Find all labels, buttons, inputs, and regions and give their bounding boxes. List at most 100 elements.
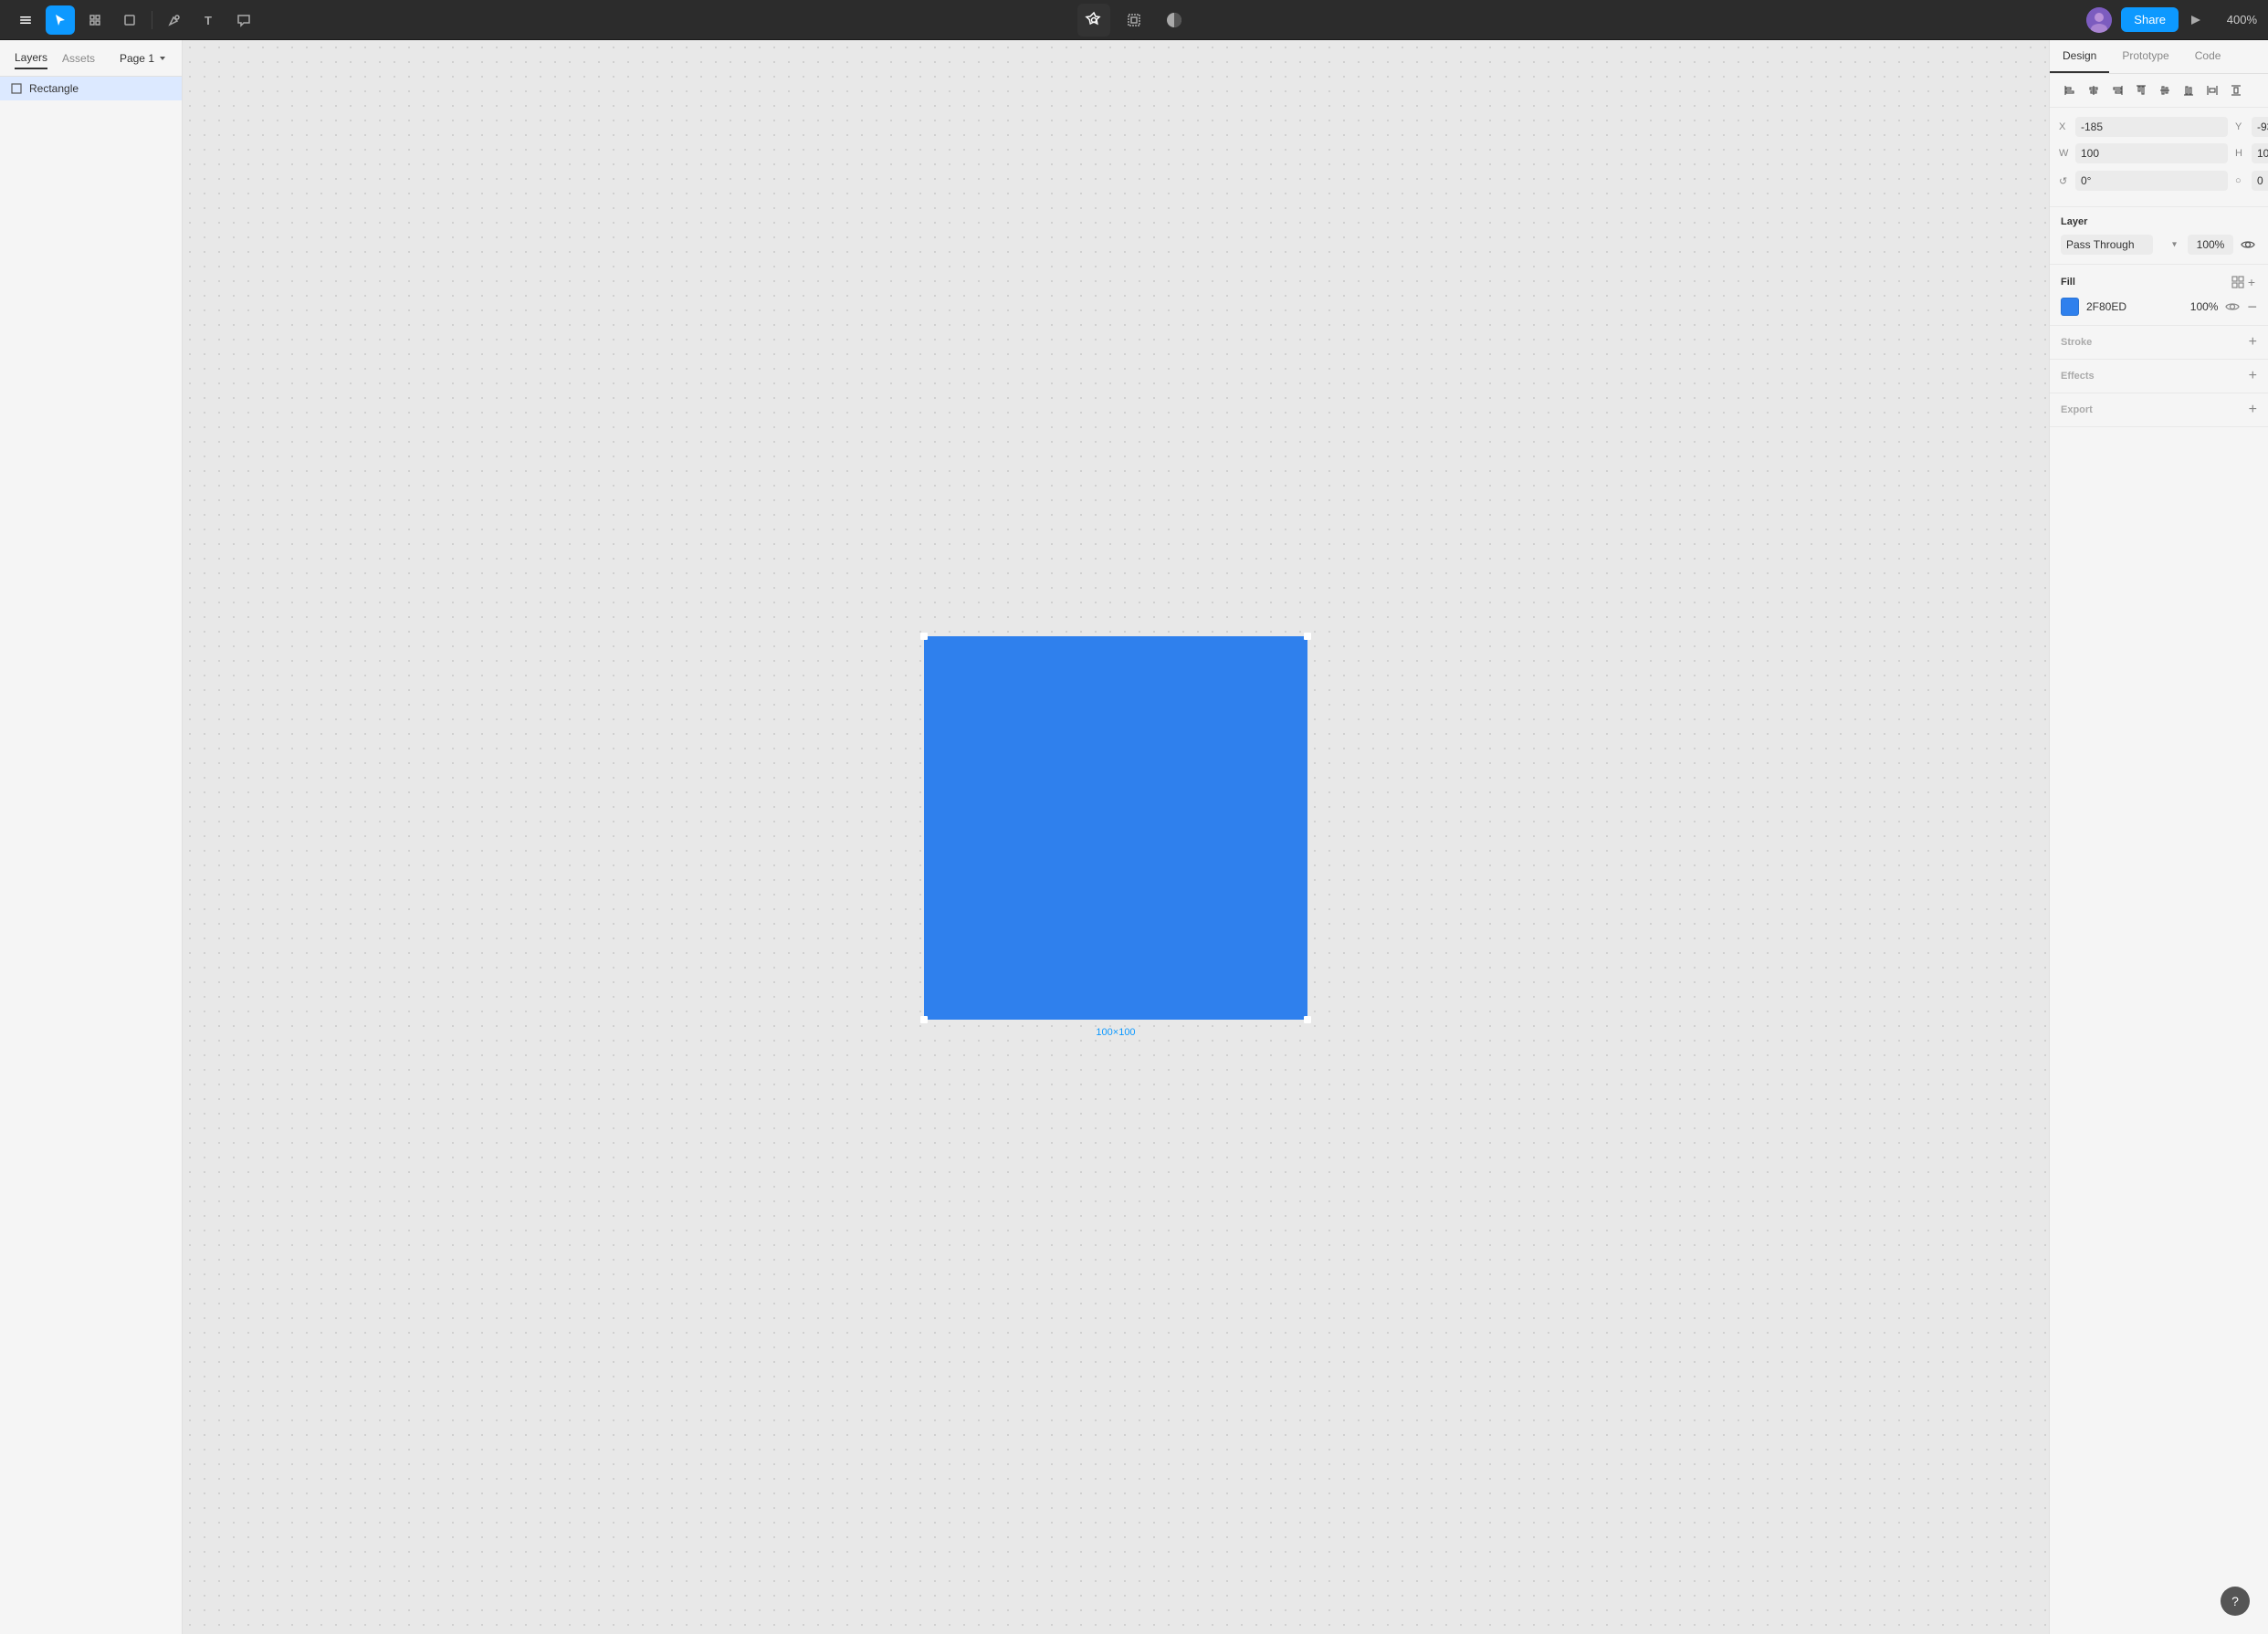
fill-title: Fill bbox=[2061, 277, 2230, 288]
x-field: X bbox=[2059, 117, 2228, 137]
export-section: Export + bbox=[2050, 393, 2268, 427]
export-title: Export bbox=[2061, 404, 2249, 415]
h-input[interactable] bbox=[2252, 143, 2268, 163]
fill-remove-button[interactable]: − bbox=[2247, 299, 2257, 315]
corner-field: ○ bbox=[2235, 170, 2268, 192]
w-field: W bbox=[2059, 142, 2228, 164]
play-button[interactable] bbox=[2188, 13, 2202, 27]
handle-bottom-right[interactable] bbox=[1304, 1016, 1311, 1023]
comment-tool[interactable] bbox=[229, 5, 258, 35]
left-panel: Layers Assets Page 1 Rectangle bbox=[0, 40, 183, 1634]
pen-tool[interactable] bbox=[160, 5, 189, 35]
blend-mode-wrapper: Pass Through Normal Multiply Screen Over… bbox=[2061, 235, 2182, 255]
w-input[interactable] bbox=[2075, 143, 2228, 163]
corner-input[interactable] bbox=[2252, 171, 2268, 191]
shape-tool[interactable] bbox=[115, 5, 144, 35]
align-bottom-button[interactable] bbox=[2178, 79, 2200, 101]
zoom-level: 400% bbox=[2211, 13, 2257, 26]
h-field: H bbox=[2235, 142, 2268, 164]
rotation-field: ↺ bbox=[2059, 170, 2228, 192]
y-label: Y bbox=[2235, 121, 2248, 132]
blend-mode-select[interactable]: Pass Through Normal Multiply Screen Over… bbox=[2061, 235, 2153, 255]
svg-text:T: T bbox=[205, 14, 212, 27]
opacity-input[interactable] bbox=[2188, 235, 2233, 255]
page-label: Page 1 bbox=[120, 52, 154, 65]
menu-button[interactable] bbox=[11, 5, 40, 35]
handle-bottom-left[interactable] bbox=[920, 1016, 928, 1023]
toolbar: T Edit Object bbox=[0, 0, 2268, 40]
effects-add-button[interactable]: + bbox=[2249, 369, 2257, 383]
effects-section: Effects + bbox=[2050, 360, 2268, 393]
x-input[interactable] bbox=[2075, 117, 2228, 137]
layer-item-rectangle[interactable]: Rectangle bbox=[0, 77, 182, 100]
stroke-section: Stroke + bbox=[2050, 326, 2268, 360]
layer-section: Layer Pass Through Normal Multiply Scree… bbox=[2050, 207, 2268, 265]
edit-object-tool[interactable] bbox=[1077, 4, 1110, 37]
size-row: W H bbox=[2059, 142, 2259, 164]
h-label: H bbox=[2235, 148, 2248, 159]
transform-row: ↺ ○ bbox=[2059, 170, 2259, 192]
mask-tool[interactable] bbox=[1118, 4, 1150, 37]
assets-tab[interactable]: Assets bbox=[62, 48, 95, 68]
fill-grid-button[interactable] bbox=[2230, 274, 2246, 290]
prototype-tab[interactable]: Prototype bbox=[2109, 40, 2181, 73]
code-tab[interactable]: Code bbox=[2182, 40, 2234, 73]
handle-top-right[interactable] bbox=[1304, 633, 1311, 640]
rectangle-element[interactable] bbox=[924, 636, 1307, 1020]
align-left-button[interactable] bbox=[2059, 79, 2081, 101]
right-panel: Design Prototype Code bbox=[2049, 40, 2268, 1634]
align-right-button[interactable] bbox=[2106, 79, 2128, 101]
help-button[interactable]: ? bbox=[2221, 1587, 2250, 1616]
toolbar-center: Edit Object bbox=[1077, 4, 1191, 37]
right-tabs: Design Prototype Code bbox=[2050, 40, 2268, 74]
size-label: 100×100 bbox=[1096, 1027, 1135, 1038]
align-center-v-button[interactable] bbox=[2154, 79, 2176, 101]
distribute-h-button[interactable] bbox=[2201, 79, 2223, 101]
rotation-input[interactable] bbox=[2075, 171, 2228, 191]
layers-tab[interactable]: Layers bbox=[15, 47, 47, 69]
w-label: W bbox=[2059, 148, 2072, 159]
stroke-add-button[interactable]: + bbox=[2249, 335, 2257, 350]
fill-row: 2F80ED 100% − bbox=[2061, 298, 2257, 316]
fill-opacity-value: 100% bbox=[2181, 300, 2218, 313]
distribute-v-button[interactable] bbox=[2225, 79, 2247, 101]
toolbar-right: Share 400% bbox=[2086, 7, 2257, 33]
align-center-h-button[interactable] bbox=[2083, 79, 2105, 101]
select-tool[interactable] bbox=[46, 5, 75, 35]
position-row: X Y bbox=[2059, 117, 2259, 137]
x-label: X bbox=[2059, 121, 2072, 132]
panel-tabs: Layers Assets Page 1 bbox=[0, 40, 182, 77]
handle-top-left[interactable] bbox=[920, 633, 928, 640]
rotation-label: ↺ bbox=[2059, 175, 2072, 187]
fill-visibility-button[interactable] bbox=[2225, 301, 2240, 312]
page-selector[interactable]: Page 1 bbox=[120, 52, 167, 65]
halftone-tool[interactable] bbox=[1158, 4, 1191, 37]
effects-title: Effects bbox=[2061, 371, 2249, 382]
layer-visibility-button[interactable] bbox=[2239, 237, 2257, 252]
fill-section: Fill + 2F80ED 100% bbox=[2050, 265, 2268, 326]
y-field: Y bbox=[2235, 117, 2268, 137]
layer-blend-row: Pass Through Normal Multiply Screen Over… bbox=[2061, 235, 2257, 255]
main-layout: Layers Assets Page 1 Rectangle bbox=[0, 40, 2268, 1634]
design-tab[interactable]: Design bbox=[2050, 40, 2109, 73]
frame-tool[interactable] bbox=[80, 5, 110, 35]
y-input[interactable] bbox=[2252, 117, 2268, 137]
stroke-title: Stroke bbox=[2061, 337, 2249, 348]
canvas-element-wrapper: 100×100 bbox=[924, 636, 1307, 1038]
fill-hex-value: 2F80ED bbox=[2086, 300, 2174, 313]
align-top-button[interactable] bbox=[2130, 79, 2152, 101]
export-add-button[interactable]: + bbox=[2249, 403, 2257, 417]
layer-name: Rectangle bbox=[29, 82, 79, 95]
position-section: X Y W H bbox=[2050, 108, 2268, 207]
fill-color-swatch[interactable] bbox=[2061, 298, 2079, 316]
rectangle-layer-icon bbox=[11, 83, 22, 94]
avatar bbox=[2086, 7, 2112, 33]
layer-title: Layer bbox=[2061, 216, 2257, 227]
text-tool[interactable]: T bbox=[194, 5, 224, 35]
toolbar-left: T bbox=[11, 5, 258, 35]
fill-header: Fill + bbox=[2061, 274, 2257, 290]
corner-label: ○ bbox=[2235, 175, 2248, 186]
alignment-row bbox=[2050, 74, 2268, 108]
share-button[interactable]: Share bbox=[2121, 7, 2179, 32]
fill-add-button[interactable]: + bbox=[2246, 274, 2257, 290]
